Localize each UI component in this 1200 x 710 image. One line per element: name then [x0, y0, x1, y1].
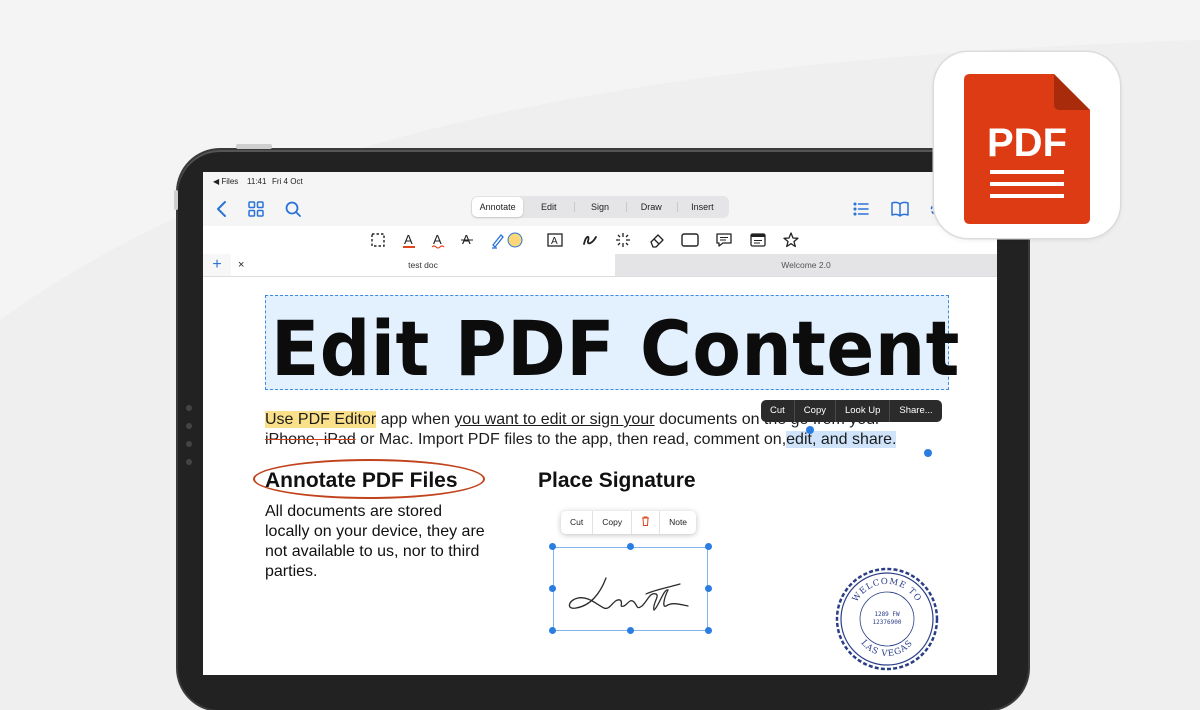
privacy-paragraph: All documents are stored locally on your…: [265, 503, 485, 580]
star-icon[interactable]: [780, 229, 802, 251]
svg-text:PDF: PDF: [987, 121, 1067, 165]
tablet-screen: ◀ Files 11:41 Fri 4 Oct Annotate Edit Si…: [203, 172, 997, 675]
resize-handle[interactable]: [549, 543, 556, 550]
pdf-app-icon: PDF: [934, 52, 1120, 238]
add-tab-button[interactable]: +: [203, 254, 232, 276]
svg-text:A: A: [404, 232, 413, 247]
tab-test-doc[interactable]: × test doc: [231, 254, 615, 276]
status-bar: ◀ Files 11:41 Fri 4 Oct: [203, 172, 997, 192]
tab-insert[interactable]: Insert: [676, 197, 728, 217]
rectangle-icon[interactable]: [679, 229, 701, 251]
signature-cut-button[interactable]: Cut: [561, 511, 594, 534]
selection-start-handle[interactable]: [806, 426, 814, 434]
svg-text:A: A: [551, 236, 558, 247]
text-underline-icon[interactable]: A: [427, 229, 449, 251]
tab-label: test doc: [408, 260, 438, 270]
tab-draw[interactable]: Draw: [625, 197, 677, 217]
highlighter-icon[interactable]: [489, 229, 525, 251]
selected-text: edit, and share.: [786, 431, 897, 448]
signature-drawing: [568, 577, 689, 611]
selection-end-handle[interactable]: [924, 449, 932, 457]
underlined-text: you want to edit or sign your: [454, 411, 655, 428]
power-button: [174, 190, 178, 210]
list-icon[interactable]: [850, 198, 872, 220]
text-context-menu: Cut Copy Look Up Share...: [761, 400, 942, 422]
text-run: app when: [376, 411, 455, 428]
trash-icon[interactable]: [632, 511, 661, 534]
magic-icon[interactable]: [612, 229, 634, 251]
look-up-button[interactable]: Look Up: [836, 400, 891, 422]
pdf-file-icon: PDF: [964, 74, 1090, 224]
text-color-icon[interactable]: A: [398, 229, 420, 251]
document-title[interactable]: Edit PDF Content: [271, 304, 960, 393]
tab-sign[interactable]: Sign: [574, 197, 625, 217]
volume-button: [236, 144, 272, 149]
eraser-icon[interactable]: [646, 229, 668, 251]
strikethrough-text: iPhone, iPad: [265, 431, 356, 448]
tab-edit[interactable]: Edit: [523, 197, 574, 217]
resize-handle[interactable]: [627, 543, 634, 550]
tab-annotate[interactable]: Annotate: [472, 197, 524, 217]
textbox-icon[interactable]: A: [544, 229, 566, 251]
resize-handle[interactable]: [705, 627, 712, 634]
freehand-icon[interactable]: [579, 229, 601, 251]
nav-bar: Annotate Edit Sign Draw Insert: [203, 192, 997, 226]
highlighted-text: Use PDF Editor: [265, 411, 377, 428]
signature-context-menu: Cut Copy Note: [561, 511, 697, 534]
svg-text:A: A: [433, 232, 442, 247]
search-icon[interactable]: [282, 198, 304, 220]
subheading-annotate: Annotate PDF Files: [265, 469, 458, 492]
back-to-files[interactable]: ◀ Files: [213, 177, 238, 186]
copy-button[interactable]: Copy: [795, 400, 836, 422]
document-tabs: + × test doc Welcome 2.0: [203, 254, 997, 277]
subheading-signature: Place Signature: [538, 469, 696, 492]
resize-handle[interactable]: [705, 585, 712, 592]
text-icon[interactable]: A: [456, 229, 478, 251]
mode-segmented-control: Annotate Edit Sign Draw Insert: [471, 196, 729, 218]
camera-dots: [186, 405, 192, 477]
svg-text:1289 FW: 1289 FW: [874, 611, 900, 618]
svg-text:12376900: 12376900: [873, 619, 902, 626]
svg-text:LAS VEGAS: LAS VEGAS: [859, 638, 916, 659]
select-icon[interactable]: [367, 229, 389, 251]
window-icon[interactable]: [747, 229, 769, 251]
resize-handle[interactable]: [549, 627, 556, 634]
resize-handle[interactable]: [549, 585, 556, 592]
tab-welcome[interactable]: Welcome 2.0: [615, 254, 997, 276]
annotation-toolbar: A A A A: [203, 226, 997, 255]
share-button[interactable]: Share...: [890, 400, 941, 422]
status-time: 11:41: [247, 177, 267, 186]
resize-handle[interactable]: [627, 627, 634, 634]
text-run: or Mac. Import PDF files to the app, the…: [355, 431, 787, 448]
status-date: Fri 4 Oct: [272, 177, 303, 186]
cut-button[interactable]: Cut: [761, 400, 795, 422]
resize-handle[interactable]: [705, 543, 712, 550]
las-vegas-stamp[interactable]: WELCOME TO LAS VEGAS 1289 FW 12376900: [831, 562, 943, 672]
signature-box[interactable]: [553, 547, 708, 631]
signature-copy-button[interactable]: Copy: [593, 511, 633, 534]
paragraph-line-2: iPhone, iPad or Mac. Import PDF files to…: [265, 430, 945, 450]
grid-icon[interactable]: [245, 198, 267, 220]
note-button[interactable]: Note: [660, 511, 696, 534]
book-icon[interactable]: [889, 198, 911, 220]
comment-icon[interactable]: [713, 229, 735, 251]
back-icon[interactable]: [211, 198, 233, 220]
